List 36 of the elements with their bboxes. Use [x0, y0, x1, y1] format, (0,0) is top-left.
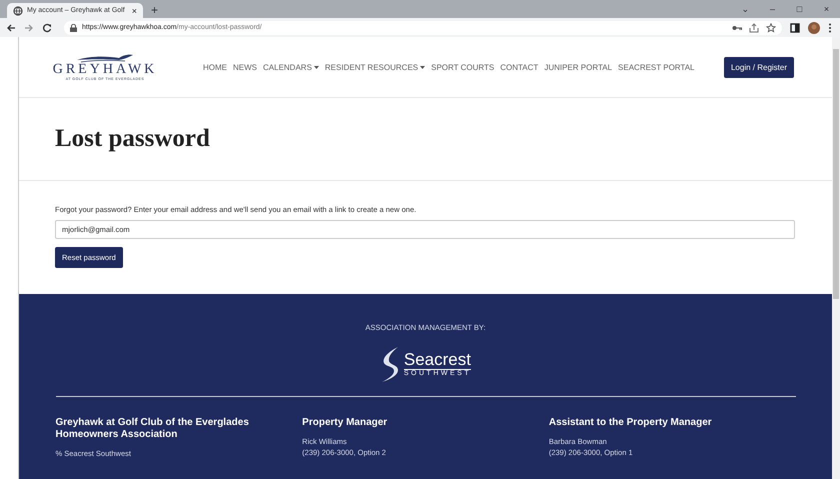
forward-icon[interactable]: [24, 22, 34, 32]
window-control-button[interactable]: ⌄: [732, 4, 759, 14]
star-icon[interactable]: [766, 22, 776, 32]
window-control-button[interactable]: –: [759, 4, 786, 14]
page-title: Lost password: [55, 125, 210, 153]
nav-link[interactable]: SPORT COURTS: [431, 62, 494, 72]
window-control-button[interactable]: ×: [813, 4, 840, 14]
tab-close-button[interactable]: ×: [132, 6, 137, 16]
lock-icon: [70, 24, 77, 32]
new-tab-button[interactable]: +: [151, 3, 158, 17]
nav-link[interactable]: SEACREST PORTAL: [618, 62, 694, 72]
key-icon[interactable]: [732, 24, 742, 30]
bird-wing-icon: [75, 53, 135, 63]
window-control-button[interactable]: □: [786, 4, 813, 14]
nav-link[interactable]: RESIDENT RESOURCES: [324, 62, 426, 72]
back-icon[interactable]: [6, 22, 16, 32]
footer-heading: Property Manager: [302, 417, 388, 429]
side-panel-icon[interactable]: [790, 22, 800, 32]
reload-icon[interactable]: [42, 22, 52, 32]
caret-icon: [314, 66, 319, 68]
share-icon[interactable]: [749, 22, 759, 32]
menu-icon[interactable]: [828, 22, 832, 32]
scrollbar[interactable]: [832, 37, 840, 479]
footer-heading: Assistant to the Property Manager: [548, 417, 713, 429]
nav-link[interactable]: CONTACT: [500, 62, 538, 72]
logo-wordmark: GREYHAWK: [52, 63, 158, 77]
nav-link[interactable]: JUNIPER PORTAL: [544, 62, 612, 72]
caret-icon: [420, 66, 426, 68]
logo-wordmark: Seacrest: [404, 351, 472, 370]
avatar-icon[interactable]: [808, 22, 820, 34]
nav-link[interactable]: CALENDARS: [263, 62, 319, 72]
footer-heading: Greyhawk at Golf Club of the Everglades Homeowners Association: [56, 417, 250, 441]
login-button[interactable]: Login / Register: [724, 56, 794, 78]
nav-link[interactable]: HOME: [203, 62, 227, 72]
nav-link[interactable]: NEWS: [233, 62, 257, 72]
globe-icon: [13, 6, 23, 16]
